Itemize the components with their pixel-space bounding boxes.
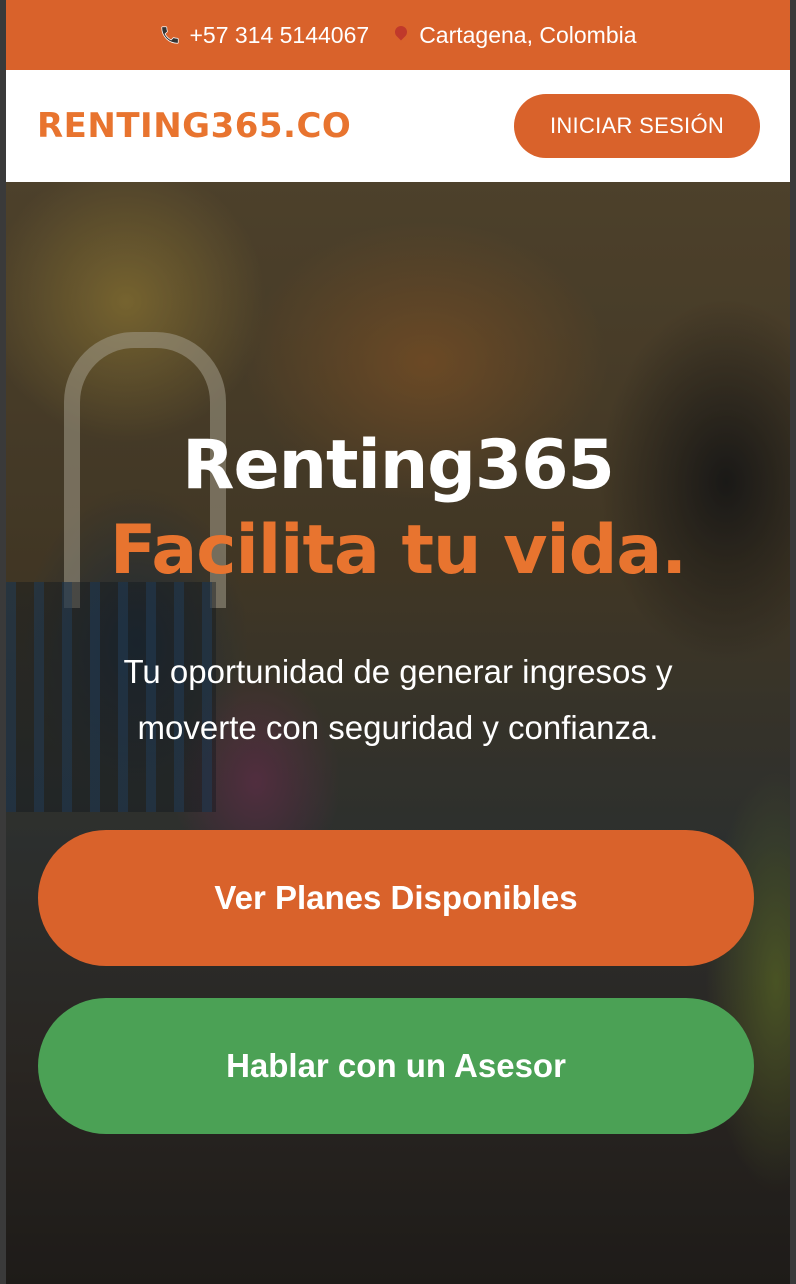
- map-pin-icon: [392, 23, 410, 41]
- hero-description-line-1: Tu oportunidad de generar ingresos y: [123, 653, 673, 690]
- brand-logo[interactable]: RENTING365.CO: [37, 106, 351, 146]
- hero-description: Tu oportunidad de generar ingresos y mov…: [6, 644, 790, 756]
- hero-description-line-2: moverte con seguridad y confianza.: [137, 709, 659, 746]
- phone-contact[interactable]: +57 314 5144067: [159, 22, 369, 49]
- hero-title: Renting365: [182, 426, 615, 505]
- hero-subtitle: Facilita tu vida.: [109, 511, 687, 590]
- location-info: Cartagena, Colombia: [392, 21, 637, 49]
- view-plans-button[interactable]: Ver Planes Disponibles: [38, 830, 754, 966]
- talk-to-advisor-button[interactable]: Hablar con un Asesor: [38, 998, 754, 1134]
- page: +57 314 5144067 Cartagena, Colombia RENT…: [0, 0, 796, 1284]
- phone-number: +57 314 5144067: [189, 21, 370, 48]
- login-button[interactable]: INICIAR SESIÓN: [514, 94, 760, 158]
- top-contact-bar: +57 314 5144067 Cartagena, Colombia: [6, 0, 790, 70]
- location-text: Cartagena, Colombia: [419, 21, 637, 48]
- phone-icon: [159, 24, 181, 46]
- site-header: RENTING365.CO INICIAR SESIÓN: [6, 70, 790, 182]
- hero-section: Renting365 Facilita tu vida. Tu oportuni…: [6, 182, 790, 1284]
